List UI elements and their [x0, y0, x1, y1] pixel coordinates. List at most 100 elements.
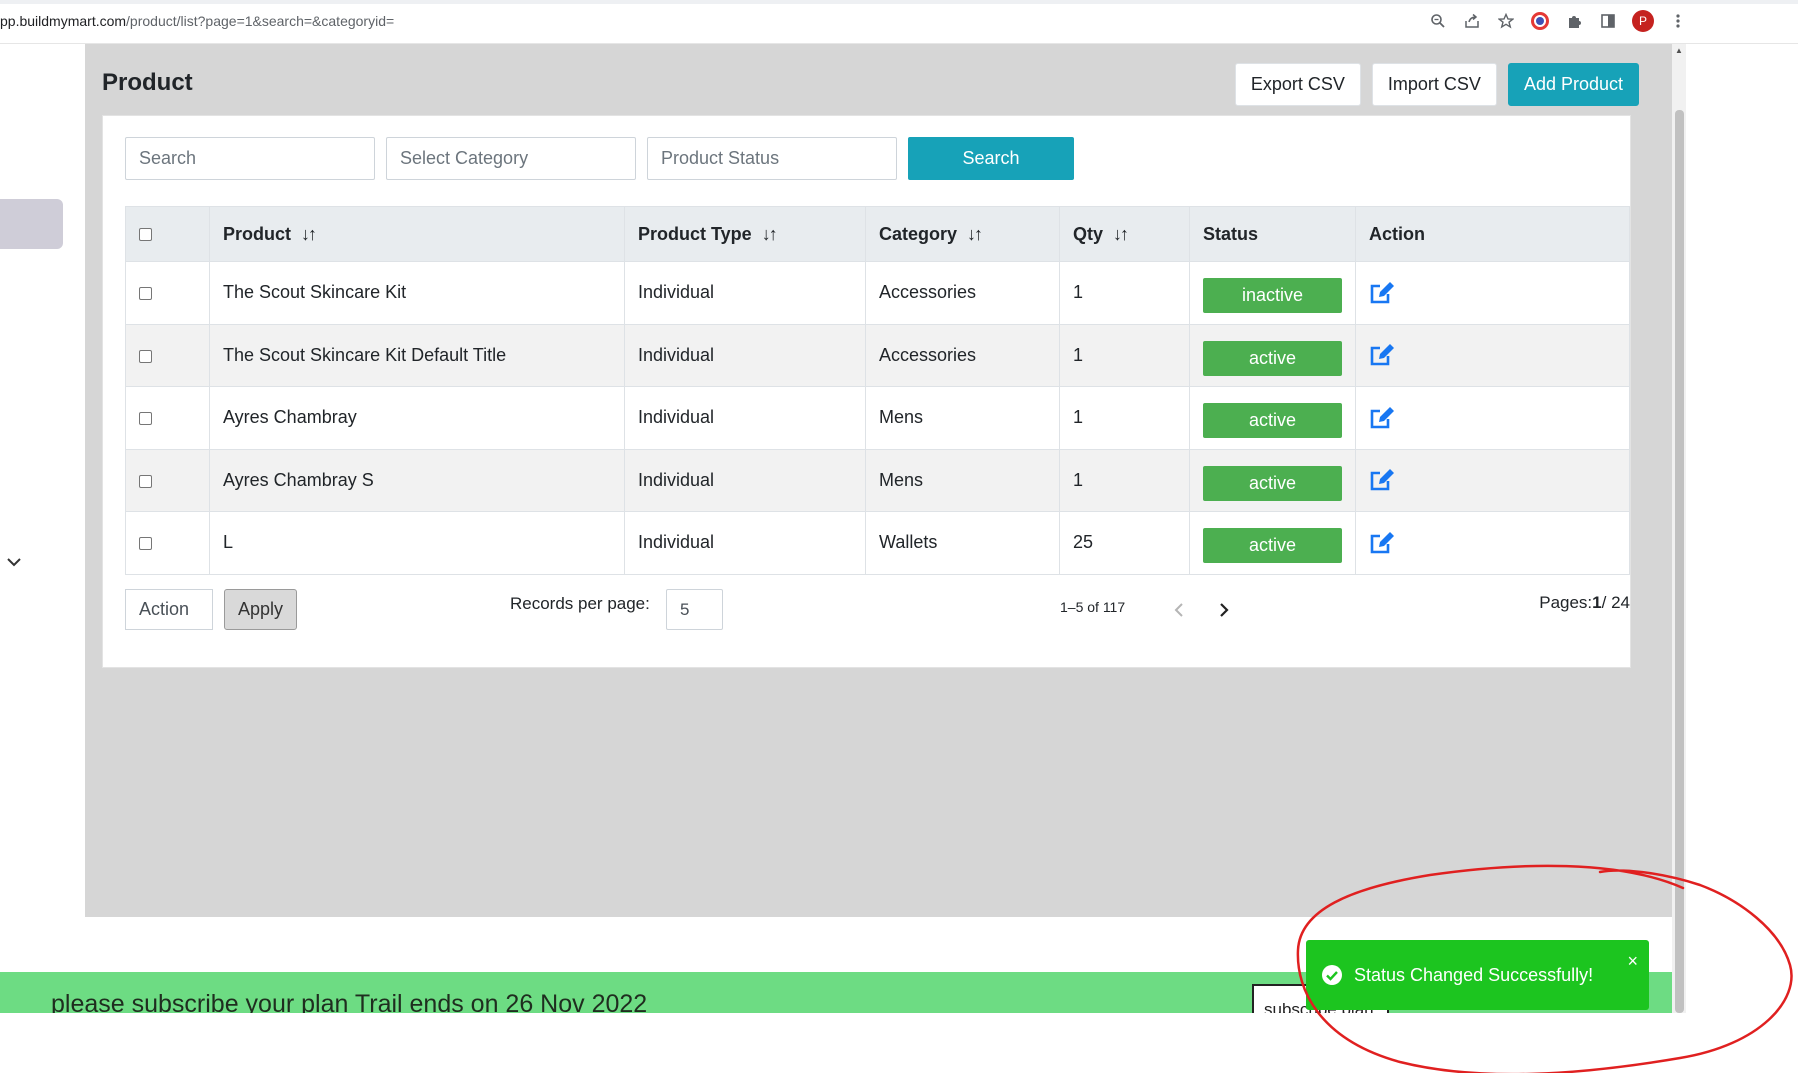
pages-current: 1: [1592, 593, 1602, 612]
status-badge[interactable]: inactive: [1203, 278, 1342, 314]
zoom-icon[interactable]: [1428, 11, 1448, 31]
status-badge[interactable]: active: [1203, 403, 1342, 439]
import-csv-button[interactable]: Import CSV: [1371, 63, 1497, 106]
page-actions: Export CSV Import CSV Add Product: [1234, 63, 1639, 106]
share-icon[interactable]: [1462, 11, 1482, 31]
cell-status: active: [1189, 511, 1356, 575]
chevron-left-icon[interactable]: [1169, 599, 1189, 621]
edit-icon[interactable]: [1369, 405, 1395, 431]
table-row: Ayres Chambray S Individual Mens 1 active: [125, 448, 1630, 512]
add-product-button[interactable]: Add Product: [1507, 63, 1639, 106]
cell-qty: 25: [1059, 511, 1190, 575]
bookmark-star-icon[interactable]: [1496, 11, 1516, 31]
cell-action: [1355, 511, 1630, 575]
cell-product-type: Individual: [624, 511, 866, 575]
pagination-range: 1–5 of 117: [1060, 599, 1126, 615]
cell-status: active: [1189, 386, 1356, 450]
sort-icon[interactable]: ↓↑: [762, 224, 778, 244]
col-status: Status: [1189, 206, 1356, 262]
status-badge[interactable]: active: [1203, 340, 1342, 376]
url-field[interactable]: pp.buildmymart.com/product/list?page=1&s…: [0, 13, 394, 29]
pages-prefix: Pages:: [1539, 593, 1593, 612]
row-checkbox[interactable]: [139, 287, 152, 300]
page-scrollbar[interactable]: ▲: [1672, 44, 1686, 1013]
browser-address-bar: pp.buildmymart.com/product/list?page=1&s…: [0, 0, 1798, 44]
product-table-body: The Scout Skincare Kit Individual Accessor…: [125, 261, 1630, 575]
chevron-right-icon[interactable]: [1214, 599, 1234, 621]
sort-icon[interactable]: ↓↑: [301, 224, 317, 244]
col-qty[interactable]: Qty ↓↑: [1059, 206, 1190, 262]
col-category-label: Category: [879, 223, 958, 244]
col-product-type[interactable]: Product Type ↓↑: [624, 206, 866, 262]
row-checkbox[interactable]: [139, 474, 152, 488]
sort-icon[interactable]: ↓↑: [967, 224, 983, 244]
cell-product: Ayres Chambray: [209, 386, 625, 450]
table-footer: Action Apply Records per page: 5 1–5 of …: [125, 589, 1630, 633]
cell-product: Ayres Chambray S: [209, 448, 625, 512]
side-panel-icon[interactable]: [1598, 11, 1618, 31]
cell-product-type: Individual: [624, 261, 866, 325]
browser-toolbar: P: [1428, 10, 1688, 32]
row-checkbox-cell: [125, 261, 210, 325]
search-button[interactable]: Search: [908, 137, 1074, 180]
check-circle-icon: [1321, 964, 1343, 986]
cell-qty: 1: [1059, 448, 1190, 512]
row-checkbox[interactable]: [139, 537, 152, 550]
edit-icon[interactable]: [1369, 280, 1395, 306]
cell-product-type: Individual: [624, 448, 866, 512]
edit-icon[interactable]: [1369, 530, 1395, 556]
table-row: The Scout Skincare Kit Individual Accessor…: [125, 261, 1630, 325]
apply-button[interactable]: Apply: [224, 589, 297, 630]
status-badge[interactable]: active: [1203, 465, 1342, 501]
cell-qty: 1: [1059, 386, 1190, 450]
main-content: Product Export CSV Import CSV Add Produc…: [85, 44, 1672, 917]
url-host: pp.buildmymart.com: [0, 13, 127, 29]
cell-category: Accessories: [865, 261, 1060, 325]
cell-product: The Scout Skincare Kit Default Title: [209, 323, 625, 387]
chevron-down-icon[interactable]: [4, 552, 24, 572]
category-select[interactable]: Select Category: [386, 137, 636, 180]
col-category[interactable]: Category ↓↑: [865, 206, 1060, 262]
col-qty-label: Qty: [1073, 223, 1104, 244]
browser-menu-icon[interactable]: [1668, 11, 1688, 31]
row-checkbox[interactable]: [139, 349, 152, 363]
table-row: Ayres Chambray Individual Mens 1 active: [125, 386, 1630, 450]
status-badge[interactable]: active: [1203, 528, 1342, 564]
cell-status: active: [1189, 323, 1356, 387]
cell-action: [1355, 323, 1630, 387]
cell-category: Wallets: [865, 511, 1060, 575]
product-card: Search Select Category Product Status Se…: [102, 115, 1631, 668]
search-input[interactable]: Search: [125, 137, 375, 180]
product-status-select[interactable]: Product Status: [647, 137, 897, 180]
close-icon[interactable]: ×: [1627, 951, 1638, 972]
scroll-up-arrow-icon[interactable]: ▲: [1675, 46, 1683, 55]
cell-action: [1355, 448, 1630, 512]
profile-avatar[interactable]: P: [1632, 10, 1654, 32]
col-action: Action: [1355, 206, 1630, 262]
color-extension-icon[interactable]: [1530, 11, 1550, 31]
row-checkbox-cell: [125, 386, 210, 450]
cell-qty: 1: [1059, 261, 1190, 325]
export-csv-button[interactable]: Export CSV: [1234, 63, 1361, 106]
table-row: L Individual Wallets 25 active: [125, 511, 1630, 575]
row-checkbox[interactable]: [139, 412, 152, 425]
select-all-checkbox[interactable]: [139, 228, 152, 242]
select-all-cell: [125, 206, 210, 262]
row-checkbox-cell: [125, 448, 210, 512]
extensions-puzzle-icon[interactable]: [1564, 11, 1584, 31]
success-toast: Status Changed Successfully! ×: [1306, 940, 1649, 1010]
url-path: /product/list?page=1&search=&categoryid=: [126, 13, 395, 29]
sort-icon[interactable]: ↓↑: [1113, 224, 1129, 244]
sidebar-active-item[interactable]: [0, 199, 63, 249]
banner-text: please subscribe your plan Trail ends on…: [51, 990, 648, 1013]
cell-product-type: Individual: [624, 323, 866, 387]
product-table: Product ↓↑ Product Type ↓↑ Category ↓↑ Qty ↓…: [125, 206, 1630, 575]
edit-icon[interactable]: [1369, 467, 1395, 493]
scrollbar-thumb[interactable]: [1675, 110, 1684, 1013]
col-product-type-label: Product Type: [638, 223, 752, 244]
row-checkbox-cell: [125, 323, 210, 387]
records-per-page-input[interactable]: 5: [666, 589, 723, 630]
bulk-action-select[interactable]: Action: [125, 589, 213, 630]
edit-icon[interactable]: [1369, 342, 1395, 368]
col-product[interactable]: Product ↓↑: [209, 206, 625, 262]
